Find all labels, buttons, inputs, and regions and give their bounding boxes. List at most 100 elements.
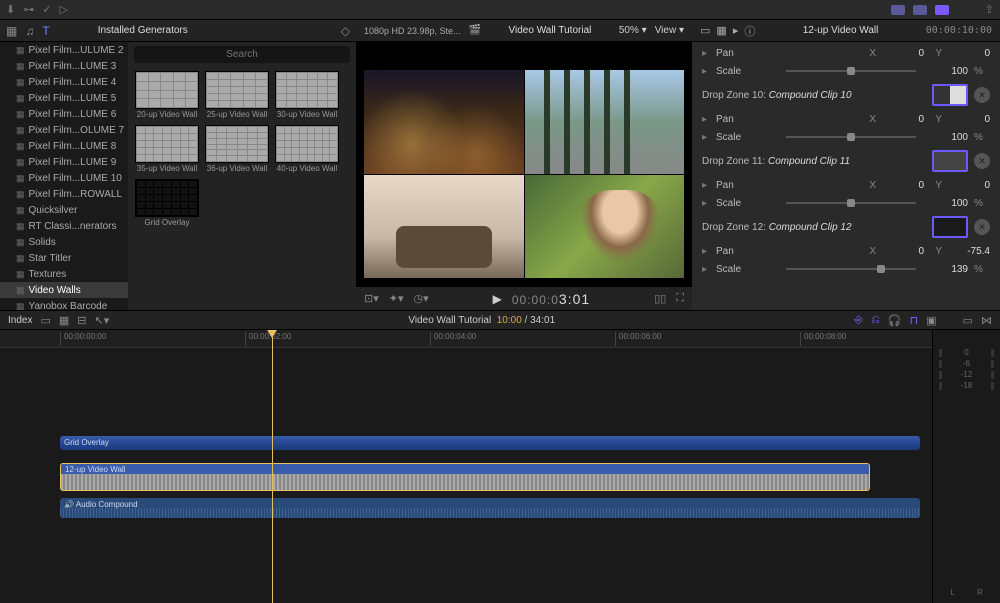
clip-video-wall[interactable]: 12-up Video Wall: [60, 463, 870, 491]
pan-x-value[interactable]: 0: [882, 246, 924, 257]
disclosure-icon[interactable]: ▸: [702, 66, 710, 77]
viewer-canvas[interactable]: [356, 42, 692, 286]
disclosure-icon[interactable]: ▸: [702, 132, 710, 143]
sidebar-item[interactable]: Pixel Film...LUME 3: [0, 58, 128, 74]
sidebar-item[interactable]: Pixel Film...LUME 9: [0, 154, 128, 170]
pan-x-value[interactable]: 0: [882, 114, 924, 125]
drop-zone-well[interactable]: [932, 84, 968, 106]
sidebar-item[interactable]: Video Walls: [0, 282, 128, 298]
enhance-tool-icon[interactable]: ✦▾: [389, 292, 404, 305]
generator-thumb[interactable]: 30-up Video Wall: [274, 71, 340, 119]
generator-thumb[interactable]: 35-up Video Wall: [134, 125, 200, 173]
sidebar-item[interactable]: RT Classi...nerators: [0, 218, 128, 234]
sidebar-item[interactable]: Pixel Film...LUME 5: [0, 90, 128, 106]
trim-tool-icon[interactable]: ▣: [926, 314, 936, 327]
clip-audio-compound[interactable]: 🔊 Audio Compound: [60, 498, 920, 518]
generator-thumb[interactable]: Grid Overlay: [134, 179, 200, 227]
inspector-chevron-icon[interactable]: ▸: [733, 24, 739, 37]
scale-value[interactable]: 100: [926, 66, 968, 77]
browser-title[interactable]: Installed Generators: [58, 25, 333, 36]
info-inspector-tab[interactable]: ⓘ: [744, 23, 755, 39]
generator-thumb[interactable]: 20-up Video Wall: [134, 71, 200, 119]
playhead[interactable]: [272, 330, 273, 603]
generator-thumb[interactable]: 25-up Video Wall: [204, 71, 270, 119]
transitions-browser-icon[interactable]: ⋈: [981, 314, 992, 327]
sidebar-item[interactable]: Quicksilver: [0, 202, 128, 218]
play-button[interactable]: ▶: [493, 292, 502, 306]
disclosure-icon[interactable]: ▸: [702, 114, 710, 125]
drop-zone-clear-icon[interactable]: ✕: [974, 87, 990, 103]
sidebar-item[interactable]: Solids: [0, 234, 128, 250]
disclosure-icon[interactable]: ▸: [702, 246, 710, 257]
layout-timeline-toggle[interactable]: [913, 5, 927, 15]
pan-x-value[interactable]: 0: [882, 48, 924, 59]
zoom-slider-icon[interactable]: ⊟: [77, 314, 86, 327]
generator-inspector-tab[interactable]: ▦: [716, 24, 726, 37]
fullscreen-icon[interactable]: ⛶: [676, 292, 684, 305]
timeline[interactable]: 00:00:00:0000:00:02:0000:00:04:0000:00:0…: [0, 330, 1000, 603]
pan-x-value[interactable]: 0: [882, 180, 924, 191]
browser-dropdown-icon[interactable]: ◇: [341, 24, 350, 38]
pan-y-value[interactable]: 0: [948, 180, 990, 191]
drop-zone-clear-icon[interactable]: ✕: [974, 219, 990, 235]
scale-slider[interactable]: [786, 202, 916, 204]
media-browser-tab[interactable]: ▦: [6, 24, 17, 38]
keyword-icon[interactable]: ⊶: [23, 3, 34, 16]
sidebar-item[interactable]: Pixel Film...ULUME 2: [0, 42, 128, 58]
scale-slider[interactable]: [786, 70, 916, 72]
layout-inspector-toggle[interactable]: [935, 5, 949, 15]
pan-y-value[interactable]: 0: [948, 48, 990, 59]
sidebar-item[interactable]: Star Titler: [0, 250, 128, 266]
loop-icon[interactable]: ▯▯: [654, 292, 666, 305]
retime-tool-icon[interactable]: ◷▾: [414, 292, 429, 305]
sidebar-item[interactable]: Pixel Film...LUME 6: [0, 106, 128, 122]
drop-zone-clear-icon[interactable]: ✕: [974, 153, 990, 169]
drop-zone-well[interactable]: [932, 216, 968, 238]
scale-slider[interactable]: [786, 136, 916, 138]
pan-y-value[interactable]: 0: [948, 114, 990, 125]
pan-y-value[interactable]: -75.4: [948, 246, 990, 257]
scale-slider[interactable]: [786, 268, 916, 270]
generator-thumb[interactable]: 36-up Video Wall: [204, 125, 270, 173]
disclosure-icon[interactable]: ▸: [702, 198, 710, 209]
disclosure-icon[interactable]: ▸: [702, 48, 710, 59]
sidebar-item[interactable]: Yanobox Barcode: [0, 298, 128, 310]
timeline-ruler[interactable]: 00:00:00:0000:00:02:0000:00:04:0000:00:0…: [0, 330, 932, 348]
sidebar-item[interactable]: Pixel Film...LUME 4: [0, 74, 128, 90]
clip-grid-overlay[interactable]: Grid Overlay: [60, 436, 920, 450]
import-icon[interactable]: ⬇: [6, 3, 15, 16]
sidebar-item[interactable]: Textures: [0, 266, 128, 282]
video-inspector-tab[interactable]: ▭: [700, 24, 710, 37]
snapping-icon[interactable]: ⊓: [910, 314, 919, 327]
titles-generators-tab[interactable]: T: [42, 24, 49, 38]
disclosure-icon[interactable]: ▸: [702, 264, 710, 275]
clip-appearance-icon[interactable]: ▭: [40, 314, 50, 327]
scale-value[interactable]: 100: [926, 132, 968, 143]
arrow-tool-icon[interactable]: ↖▾: [95, 314, 110, 327]
solo-icon[interactable]: 🎧: [888, 314, 902, 327]
sidebar-item[interactable]: Pixel Film...LUME 10: [0, 170, 128, 186]
layout-browser-toggle[interactable]: [891, 5, 905, 15]
share-icon[interactable]: ▷: [59, 3, 67, 16]
zoom-dropdown[interactable]: 50% ▾: [619, 25, 647, 36]
disclosure-icon[interactable]: ▸: [702, 180, 710, 191]
sidebar-item[interactable]: Pixel Film...LUME 8: [0, 138, 128, 154]
sidebar-item[interactable]: Pixel Film...OLUME 7: [0, 122, 128, 138]
view-dropdown[interactable]: View ▾: [655, 25, 684, 36]
search-input[interactable]: [134, 46, 350, 63]
scale-value[interactable]: 139: [926, 264, 968, 275]
sidebar-item[interactable]: Pixel Film...ROWALL: [0, 186, 128, 202]
generator-label: 35-up Video Wall: [137, 165, 197, 173]
export-icon[interactable]: ⇪: [985, 3, 994, 16]
generator-thumb[interactable]: 40-up Video Wall: [274, 125, 340, 173]
effects-browser-icon[interactable]: ▭: [963, 314, 973, 327]
skimming-icon[interactable]: ⎆: [854, 314, 863, 327]
transform-tool-icon[interactable]: ⊡▾: [364, 292, 379, 305]
drop-zone-well[interactable]: [932, 150, 968, 172]
clip-filter-icon[interactable]: ▦: [59, 314, 69, 327]
bg-task-icon[interactable]: ✓: [42, 3, 51, 16]
scale-value[interactable]: 100: [926, 198, 968, 209]
index-button[interactable]: Index: [8, 315, 32, 326]
audio-browser-tab[interactable]: ♫: [25, 24, 34, 38]
audio-skimming-icon[interactable]: ⎌: [871, 314, 880, 327]
